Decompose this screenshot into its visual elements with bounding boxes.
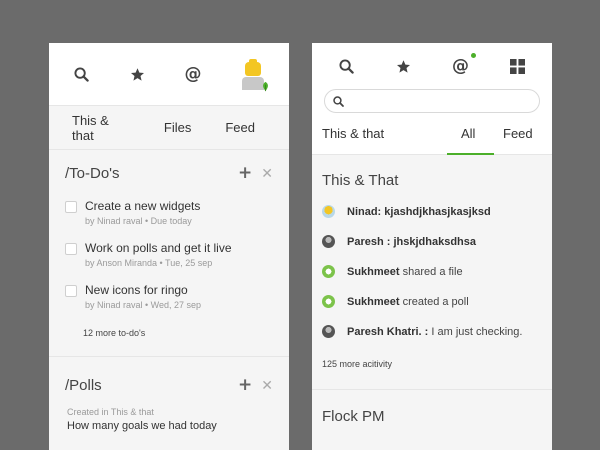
todo-meta: by Anson Miranda • Tue, 25 sep [85,258,213,268]
activity-item[interactable]: Sukhmeet created a poll [322,294,542,309]
tab-files[interactable]: Files [164,120,191,135]
search-icon [333,95,344,107]
todos-title: /To-Do's [65,165,120,182]
todos-header: /To-Do's + ✕ [65,165,273,183]
notification-dot [470,53,476,58]
search-icon[interactable] [69,62,93,86]
right-tabs: This & that All Feed [312,113,552,155]
todo-checkbox[interactable] [65,243,77,255]
todo-item: Create a new widgets by Ninad raval • Du… [65,199,273,226]
active-tab-indicator [447,153,494,155]
poll-question[interactable]: How many goals we had today [67,420,273,432]
activity-item[interactable]: Ninad: kjashdjkhasjkasjksd [322,204,542,219]
todo-title[interactable]: Create a new widgets [85,199,200,214]
mention-icon[interactable]: @ [181,62,205,86]
todo-title[interactable]: New icons for ringo [85,283,201,298]
search-icon[interactable] [335,54,359,78]
left-tabs: This & that Files Feed [49,106,289,150]
search-input[interactable] [324,89,540,113]
activity-text: created a poll [402,295,469,308]
leaf-icon [263,81,268,92]
star-icon[interactable] [392,54,416,78]
activity-user: Sukhmeet [347,295,400,308]
close-icon[interactable]: ✕ [261,167,273,181]
this-and-that-section: This & That Ninad: kjashdjkhasjkasjksd P… [312,155,552,390]
avatar [322,325,335,338]
more-activity-link[interactable]: 125 more acitivity [322,359,542,369]
tab-feed[interactable]: Feed [503,126,533,141]
tab-feed[interactable]: Feed [225,120,255,135]
activity-item[interactable]: Paresh Khatri. : I am just checking. [322,324,542,339]
right-panel: @ This & that All Feed This & That Ninad… [312,43,552,450]
activity-text: shared a file [402,265,463,278]
avatar[interactable] [237,58,269,92]
avatar [322,235,335,248]
avatar [322,205,335,218]
todo-item: New icons for ringo by Ninad raval • Wed… [65,283,273,310]
flock-section: Flock PM [312,390,552,443]
activity-user: Paresh : [347,235,391,248]
tab-all[interactable]: All [461,126,475,141]
right-topbar: @ [312,43,552,89]
polls-title: /Polls [65,377,102,394]
activity-item[interactable]: Sukhmeet shared a file [322,264,542,279]
todo-meta: by Ninad raval • Wed, 27 sep [85,300,202,310]
todo-checkbox[interactable] [65,201,77,213]
left-panel: @ This & that Files Feed /To-Do's + ✕ Cr… [49,43,289,450]
activity-user: Ninad: [347,205,382,218]
todo-meta: by Ninad raval • Due today [85,216,192,226]
polls-section: /Polls + ✕ Created in This & that How ma… [49,357,289,432]
left-topbar: @ [49,43,289,106]
activity-user: Sukhmeet [347,265,400,278]
more-todos-link[interactable]: 12 more to-do's [83,328,273,338]
activity-text: jhskjdhaksdhsa [393,235,477,248]
star-icon[interactable] [125,62,149,86]
add-icon[interactable]: + [238,165,252,182]
activity-text: kjashdjkhasjkasjksd [384,205,491,218]
this-and-that-title: This & That [322,172,399,189]
todo-item: Work on polls and get it live by Anson M… [65,241,273,268]
tab-this-and-that[interactable]: This & that [72,113,130,143]
tab-this-and-that[interactable]: This & that [322,126,384,141]
todo-checkbox[interactable] [65,285,77,297]
add-icon[interactable]: + [238,377,252,394]
poll-meta: Created in This & that [67,407,154,417]
avatar [322,265,335,278]
todo-title[interactable]: Work on polls and get it live [85,241,232,256]
activity-text: I am just checking. [431,325,523,338]
mention-icon[interactable]: @ [449,53,476,78]
flock-title[interactable]: Flock PM [322,408,542,425]
activity-user: Paresh Khatri. : [347,325,429,338]
polls-header: /Polls + ✕ [65,377,273,395]
grid-icon[interactable] [506,54,530,78]
search-row [312,89,552,113]
avatar [322,295,335,308]
close-icon[interactable]: ✕ [261,379,273,393]
activity-item[interactable]: Paresh : jhskjdhaksdhsa [322,234,542,249]
todos-section: /To-Do's + ✕ Create a new widgets by Nin… [49,150,289,357]
